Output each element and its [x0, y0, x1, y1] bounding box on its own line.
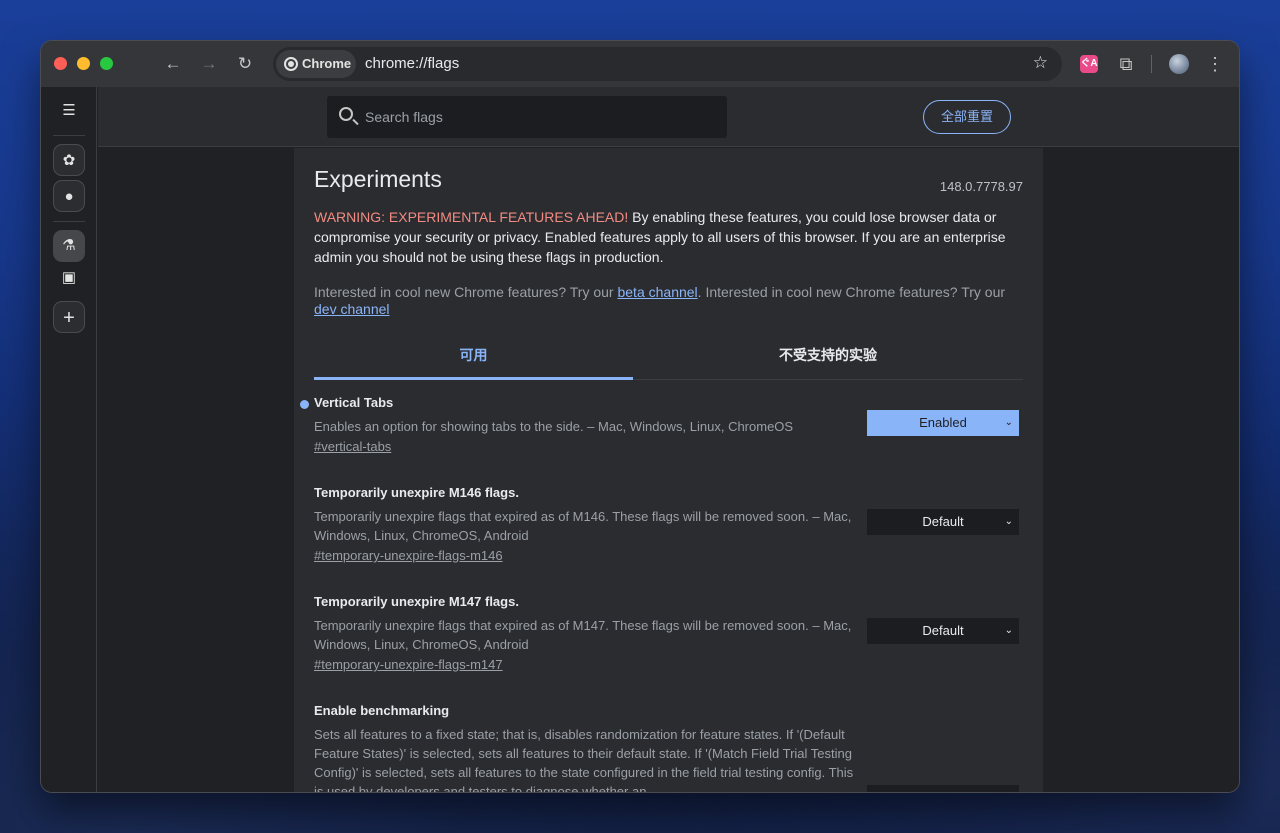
- modified-dot-icon: [300, 400, 309, 409]
- flags-header: Search flags 全部重置: [98, 87, 1239, 147]
- flag-state-value: Default: [922, 514, 964, 529]
- vertical-tabs-sidebar: ☰ ✿ ● ⚗ ▣ +: [41, 87, 97, 792]
- site-chip-label: Chrome: [302, 56, 352, 71]
- flag-name: Temporarily unexpire M147 flags.: [314, 594, 519, 609]
- close-window-button[interactable]: [54, 57, 67, 70]
- channel-promo-text: Interested in cool new Chrome features? …: [314, 284, 1019, 318]
- flag-description: Temporarily unexpire flags that expired …: [314, 618, 852, 652]
- toolbar-divider: [1151, 55, 1152, 73]
- promo-text-1: Interested in cool new Chrome features? …: [314, 284, 618, 300]
- maximize-window-button[interactable]: [100, 57, 113, 70]
- flag-state-value: Enabled: [919, 415, 967, 430]
- search-placeholder: Search flags: [365, 109, 443, 125]
- tab-available[interactable]: 可用: [314, 334, 633, 380]
- github-tab-icon[interactable]: ●: [53, 180, 85, 212]
- back-arrow-icon[interactable]: ←: [162, 53, 184, 75]
- flag-anchor-link[interactable]: #temporary-unexpire-flags-m147: [314, 657, 503, 672]
- chrome-logo-icon: [284, 57, 298, 71]
- flag-name: Enable benchmarking: [314, 703, 450, 718]
- beta-channel-link[interactable]: beta channel: [617, 284, 697, 300]
- sidebar-divider: [53, 135, 85, 136]
- reset-all-button[interactable]: 全部重置: [923, 100, 1011, 134]
- more-menu-icon[interactable]: ⋮: [1204, 53, 1226, 75]
- flag-name: Temporarily unexpire M146 flags.: [314, 485, 519, 500]
- sidebar-divider: [53, 221, 85, 222]
- url-text[interactable]: chrome://flags: [365, 47, 459, 81]
- search-flags-input[interactable]: Search flags: [327, 96, 727, 138]
- dev-channel-link[interactable]: dev channel: [314, 301, 390, 317]
- flag-description: Temporarily unexpire flags that expired …: [314, 509, 852, 543]
- flags-page: Experiments 148.0.7778.97 WARNING: EXPER…: [98, 148, 1239, 792]
- flag-description: Enables an option for showing tabs to th…: [314, 419, 794, 434]
- warning-label: WARNING: EXPERIMENTAL FEATURES AHEAD!: [314, 209, 629, 225]
- flag-state-select[interactable]: Enabled ⌄: [867, 410, 1019, 436]
- new-tab-plus-icon[interactable]: +: [53, 301, 85, 333]
- bookmark-star-icon[interactable]: ☆: [1033, 53, 1048, 73]
- flag-state-select[interactable]: Default ⌄: [867, 618, 1019, 644]
- site-chip[interactable]: Chrome: [276, 50, 356, 78]
- browser-toolbar: ← → ↻ Chrome chrome://flags ☆ ぐA ⧉ ⋮: [41, 41, 1239, 87]
- promo-text-2: . Interested in cool new Chrome features…: [697, 284, 1006, 300]
- chevron-down-icon: ⌄: [1004, 417, 1013, 428]
- tab-unavailable[interactable]: 不受支持的实验: [633, 334, 1023, 380]
- extensions-puzzle-icon[interactable]: ⧉: [1115, 53, 1137, 75]
- browser-window: ← → ↻ Chrome chrome://flags ☆ ぐA ⧉ ⋮ ☰ ✿…: [41, 41, 1239, 792]
- image-tab-icon[interactable]: ▣: [53, 262, 85, 294]
- flag-name: Vertical Tabs: [314, 395, 394, 410]
- flag-anchor-link[interactable]: #temporary-unexpire-flags-m146: [314, 548, 503, 563]
- forward-arrow-icon[interactable]: →: [198, 53, 220, 75]
- page-title: Experiments: [314, 166, 442, 192]
- search-icon: [339, 107, 353, 121]
- address-bar[interactable]: Chrome chrome://flags ☆: [273, 47, 1062, 81]
- flag-state-select[interactable]: [867, 785, 1019, 792]
- reload-icon[interactable]: ↻: [234, 53, 256, 75]
- flag-state-value: Default: [922, 623, 964, 638]
- flag-state-select[interactable]: Default ⌄: [867, 509, 1019, 535]
- warning-text: WARNING: EXPERIMENTAL FEATURES AHEAD! By…: [314, 207, 1019, 267]
- chevron-down-icon: ⌄: [1004, 625, 1013, 636]
- flags-tabs: 可用 不受支持的实验: [314, 334, 1023, 380]
- flag-description: Sets all features to a fixed state; that…: [314, 727, 854, 792]
- chatgpt-tab-icon[interactable]: ✿: [53, 144, 85, 176]
- version-label: 148.0.7778.97: [939, 179, 1023, 194]
- flags-panel: Experiments 148.0.7778.97 WARNING: EXPER…: [294, 148, 1043, 792]
- profile-avatar[interactable]: [1169, 54, 1189, 74]
- flags-tab-icon[interactable]: ⚗: [53, 230, 85, 262]
- chevron-down-icon: ⌄: [1004, 516, 1013, 527]
- collapse-sidebar-icon[interactable]: ☰: [53, 95, 85, 127]
- translate-extension-icon[interactable]: ぐA: [1080, 55, 1098, 73]
- flag-anchor-link[interactable]: #vertical-tabs: [314, 439, 391, 454]
- minimize-window-button[interactable]: [77, 57, 90, 70]
